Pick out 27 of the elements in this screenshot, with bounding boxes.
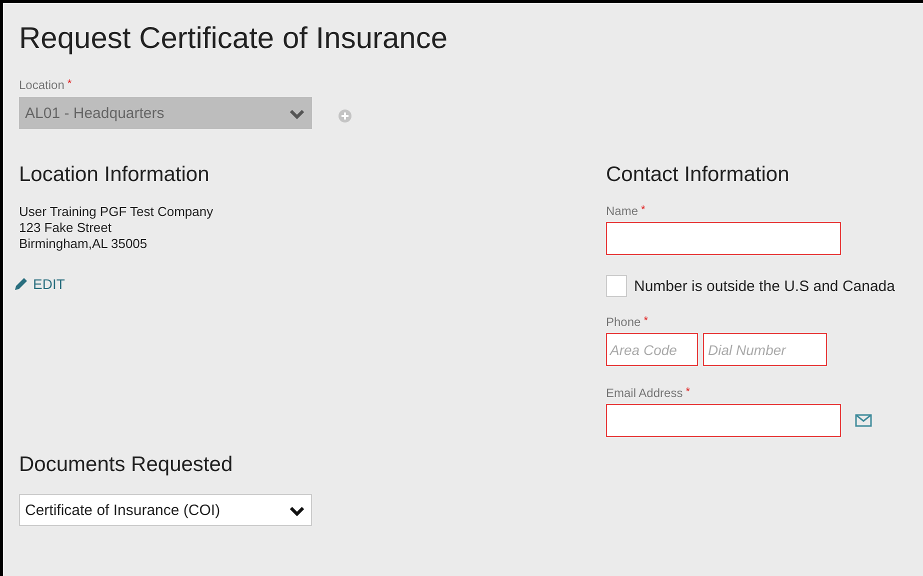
input-field[interactable]	[606, 404, 841, 437]
chevron-down-icon	[289, 108, 305, 120]
address-line: Birmingham,AL 35005	[19, 236, 148, 252]
input-field[interactable]: Area Code	[606, 333, 698, 366]
edit-link[interactable]: EDIT	[14, 276, 65, 292]
input-field[interactable]: Dial Number	[703, 333, 827, 366]
required-mark: *	[686, 386, 690, 398]
field-label: Email Address	[606, 386, 683, 400]
section-heading: Contact Information	[606, 162, 790, 188]
envelope-icon	[855, 414, 872, 427]
section-heading: Location Information	[19, 162, 210, 188]
field-label: Location	[19, 78, 64, 92]
chevron-down-icon	[289, 506, 305, 516]
address-line: 123 Fake Street	[19, 220, 112, 236]
dropdown[interactable]: Certificate of Insurance (COI)	[19, 494, 312, 526]
field-label: Phone	[606, 315, 641, 329]
address-line: User Training PGF Test Company	[19, 204, 214, 220]
page-title: Request Certificate of Insurance	[19, 21, 449, 57]
required-mark: *	[641, 204, 646, 216]
section-heading: Documents Requested	[19, 452, 234, 478]
pencil-icon	[14, 277, 28, 291]
required-mark: *	[67, 78, 72, 90]
checkbox-label: Number is outside the U.S and Canada	[634, 278, 895, 294]
input-field[interactable]	[606, 222, 841, 255]
required-mark: *	[644, 315, 648, 327]
field-label: Name	[606, 204, 638, 218]
checkbox[interactable]	[606, 275, 627, 297]
